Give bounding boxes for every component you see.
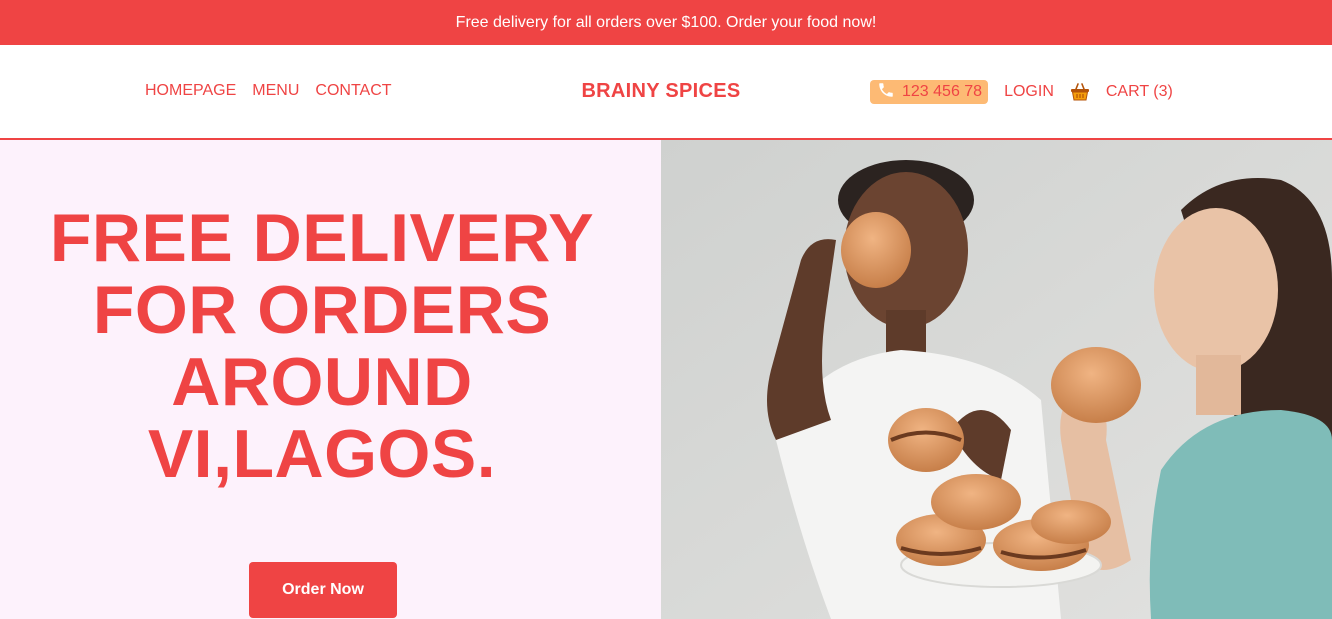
hero-heading-line: AROUND — [171, 344, 473, 420]
hero-heading-line: VI,LAGOS. — [147, 416, 497, 492]
phone-icon — [876, 81, 896, 104]
phone-number: 123 456 78 — [902, 83, 983, 100]
hero-heading-line: FOR ORDERS — [92, 272, 552, 348]
login-link[interactable]: LOGIN — [1004, 83, 1054, 101]
nav-actions: 123 456 78 LOGIN CART (3) — [870, 80, 1173, 104]
hero-photo — [661, 140, 1332, 619]
hero-heading-line: FREE DELIVERY — [49, 200, 595, 276]
hero-text-panel: FREE DELIVERY FOR ORDERS AROUND VI,LAGOS… — [0, 140, 661, 619]
shopping-basket-icon[interactable] — [1070, 81, 1090, 103]
navbar: HOMEPAGE MENU CONTACT BRAINY SPICES 123 … — [0, 45, 1332, 140]
hero-heading: FREE DELIVERY FOR ORDERS AROUND VI,LAGOS… — [0, 202, 644, 490]
promo-text: Free delivery for all orders over $100. … — [455, 13, 877, 31]
promo-banner: Free delivery for all orders over $100. … — [0, 0, 1332, 45]
cart-link[interactable]: CART (3) — [1106, 83, 1173, 101]
phone-button[interactable]: 123 456 78 — [870, 80, 989, 104]
order-now-button[interactable]: Order Now — [249, 562, 397, 618]
